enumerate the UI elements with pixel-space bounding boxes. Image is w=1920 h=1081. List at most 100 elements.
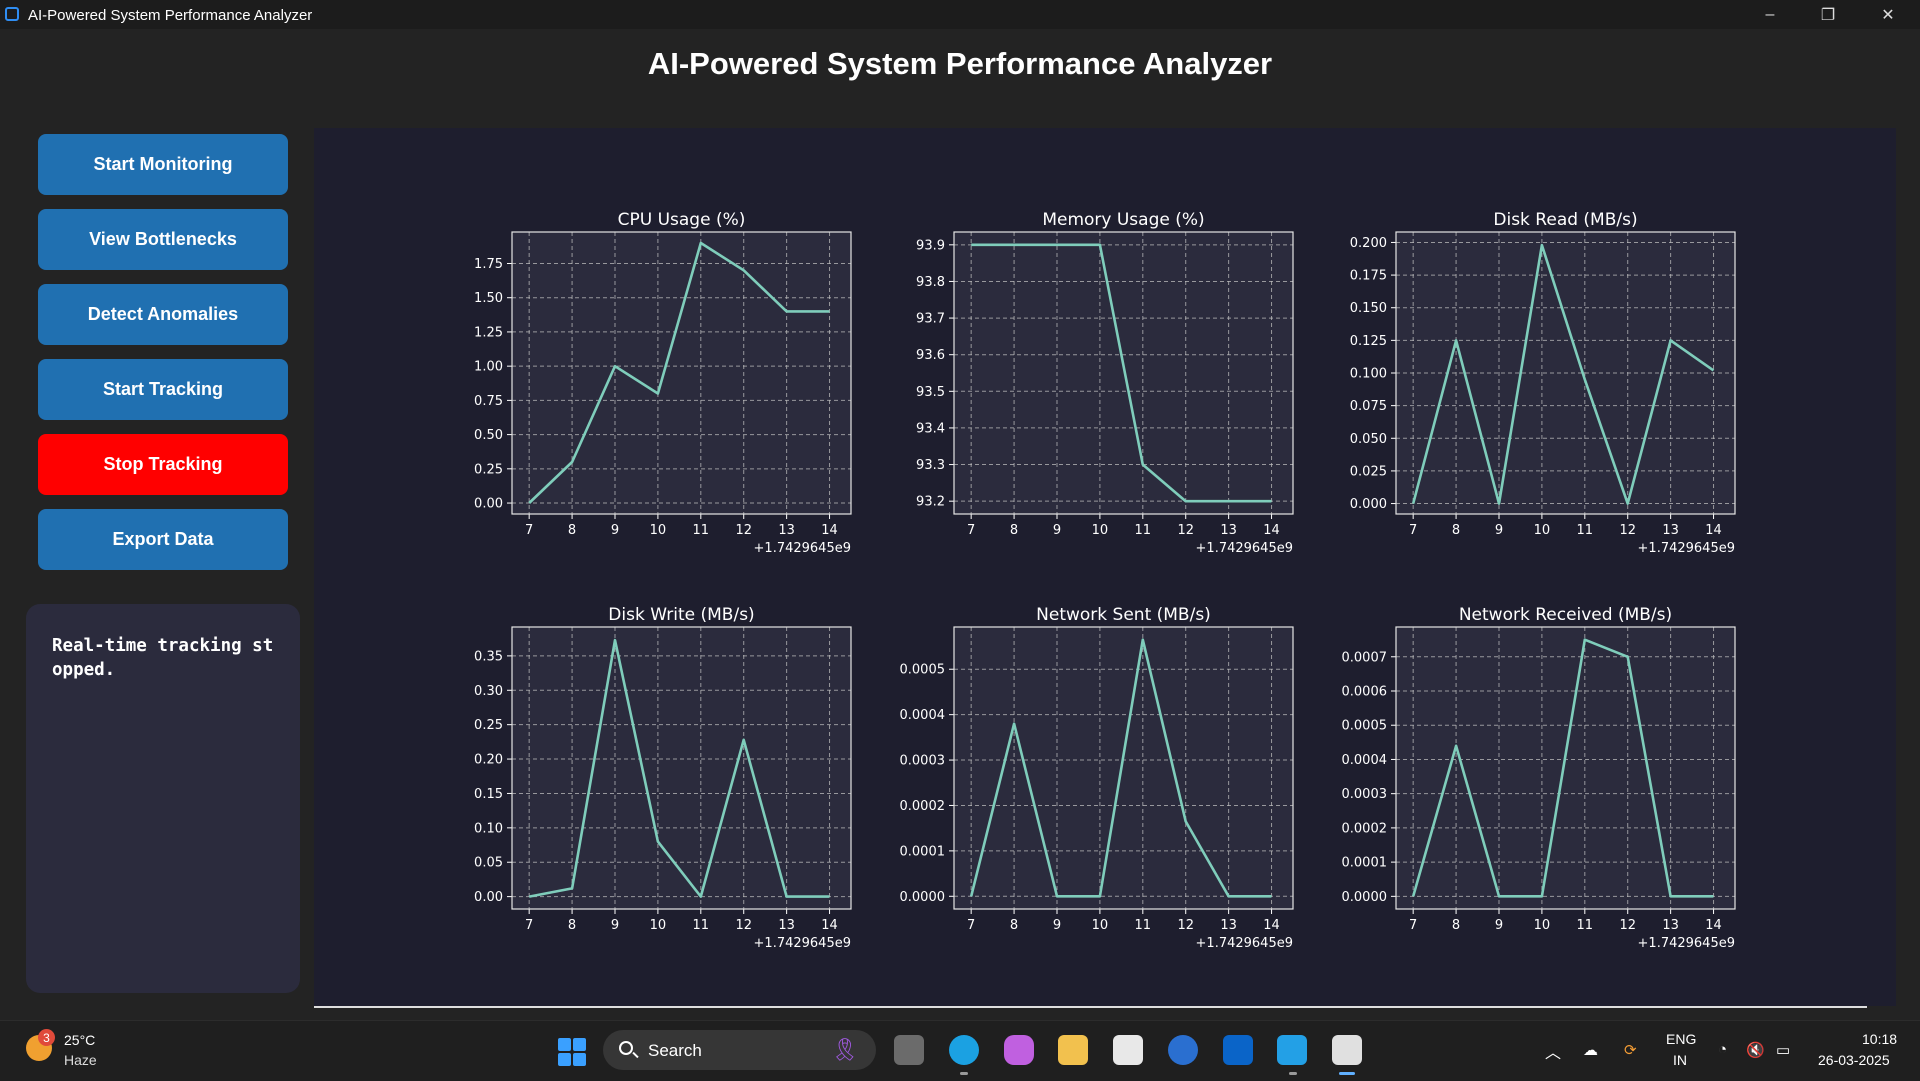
x-tick-label: 14 bbox=[821, 523, 838, 538]
battery-icon[interactable]: ▭ bbox=[1776, 1041, 1794, 1057]
y-tick-label: 0.0003 bbox=[1342, 787, 1388, 802]
y-tick-label: 0.00 bbox=[474, 890, 503, 905]
x-tick-label: 8 bbox=[1010, 918, 1018, 933]
taskbar-search[interactable]: Search 🎗 bbox=[603, 1030, 876, 1070]
y-tick-label: 93.8 bbox=[916, 275, 945, 290]
x-tick-label: 14 bbox=[1705, 918, 1722, 933]
taskbar: 3 25°C Haze Search 🎗 ︿ ☁ ⟳ ENG IN ◔ 🔇 ▭ … bbox=[0, 1020, 1920, 1081]
chart-title: CPU Usage (%) bbox=[618, 210, 746, 230]
y-tick-label: 0.0004 bbox=[900, 708, 946, 723]
x-tick-label: 8 bbox=[1452, 523, 1460, 538]
y-tick-label: 0.25 bbox=[474, 718, 503, 733]
x-tick-label: 7 bbox=[1409, 918, 1417, 933]
y-tick-label: 93.6 bbox=[916, 348, 945, 363]
x-tick-label: 12 bbox=[735, 918, 752, 933]
y-tick-label: 0.0001 bbox=[1342, 856, 1388, 871]
x-tick-label: 14 bbox=[1263, 523, 1280, 538]
x-offset-label: +1.7429645e9 bbox=[1196, 541, 1293, 556]
sync-icon[interactable]: ⟳ bbox=[1624, 1041, 1642, 1057]
x-tick-label: 7 bbox=[525, 523, 533, 538]
x-tick-label: 9 bbox=[1053, 918, 1061, 933]
x-tick-label: 12 bbox=[1177, 523, 1194, 538]
x-tick-label: 13 bbox=[1220, 523, 1237, 538]
search-label: Search bbox=[648, 1041, 702, 1061]
x-tick-label: 10 bbox=[650, 918, 667, 933]
chart-title: Disk Write (MB/s) bbox=[608, 605, 754, 625]
x-tick-label: 8 bbox=[568, 523, 576, 538]
y-tick-label: 0.000 bbox=[1350, 497, 1387, 512]
windows-start-icon[interactable] bbox=[558, 1038, 586, 1066]
wifi-icon[interactable]: ◔ bbox=[1718, 1041, 1736, 1057]
y-tick-label: 93.3 bbox=[916, 458, 945, 473]
y-tick-label: 0.0004 bbox=[1342, 753, 1388, 768]
y-tick-label: 0.35 bbox=[474, 649, 503, 664]
y-tick-label: 0.150 bbox=[1350, 301, 1387, 316]
x-tick-label: 12 bbox=[735, 523, 752, 538]
weather-badge: 3 bbox=[38, 1029, 55, 1046]
plot-background bbox=[512, 627, 851, 909]
y-tick-label: 1.75 bbox=[474, 257, 503, 272]
search-icon bbox=[619, 1041, 633, 1055]
y-tick-label: 1.50 bbox=[474, 291, 503, 306]
y-tick-label: 0.0001 bbox=[900, 844, 946, 859]
x-offset-label: +1.7429645e9 bbox=[1196, 936, 1293, 951]
x-tick-label: 7 bbox=[967, 523, 975, 538]
x-tick-label: 10 bbox=[1534, 523, 1551, 538]
y-tick-label: 0.75 bbox=[474, 394, 503, 409]
dell-icon[interactable] bbox=[1168, 1035, 1198, 1065]
y-tick-label: 0.0005 bbox=[1342, 719, 1388, 734]
x-tick-label: 11 bbox=[1135, 918, 1152, 933]
x-tick-label: 13 bbox=[778, 523, 795, 538]
y-tick-label: 0.0002 bbox=[1342, 821, 1388, 836]
store-icon[interactable] bbox=[1113, 1035, 1143, 1065]
clock-date[interactable]: 26-03-2025 bbox=[1818, 1052, 1890, 1068]
x-tick-label: 10 bbox=[650, 523, 667, 538]
task-view-icon[interactable] bbox=[894, 1035, 924, 1065]
chart-title: Network Sent (MB/s) bbox=[1036, 605, 1211, 625]
chevron-up-icon[interactable]: ︿ bbox=[1545, 1039, 1561, 1063]
x-tick-label: 13 bbox=[1662, 918, 1679, 933]
y-tick-label: 0.200 bbox=[1350, 236, 1387, 251]
y-tick-label: 0.05 bbox=[474, 856, 503, 871]
plot-background bbox=[1396, 627, 1735, 909]
file-explorer-icon[interactable] bbox=[1058, 1035, 1088, 1065]
onedrive-icon[interactable]: ☁ bbox=[1583, 1041, 1601, 1057]
vscode-icon[interactable] bbox=[1277, 1035, 1307, 1065]
y-tick-label: 93.5 bbox=[916, 385, 945, 400]
chart-title: Disk Read (MB/s) bbox=[1493, 210, 1637, 230]
x-tick-label: 11 bbox=[1577, 918, 1594, 933]
python-icon[interactable] bbox=[1332, 1035, 1362, 1065]
y-tick-label: 0.50 bbox=[474, 428, 503, 443]
x-tick-label: 9 bbox=[611, 523, 619, 538]
x-tick-label: 8 bbox=[1010, 523, 1018, 538]
x-tick-label: 9 bbox=[1495, 523, 1503, 538]
python-active-indicator bbox=[1339, 1072, 1355, 1075]
chart-title: Network Received (MB/s) bbox=[1459, 605, 1672, 625]
x-offset-label: +1.7429645e9 bbox=[1638, 936, 1735, 951]
x-tick-label: 14 bbox=[1263, 918, 1280, 933]
y-tick-label: 0.0005 bbox=[900, 663, 946, 678]
x-tick-label: 11 bbox=[1135, 523, 1152, 538]
outlook-icon[interactable] bbox=[1223, 1035, 1253, 1065]
y-tick-label: 0.00 bbox=[474, 497, 503, 512]
weather-condition[interactable]: Haze bbox=[64, 1052, 97, 1068]
language-region[interactable]: IN bbox=[1673, 1052, 1687, 1068]
y-tick-label: 0.125 bbox=[1350, 334, 1387, 349]
y-tick-label: 93.4 bbox=[916, 421, 945, 436]
x-tick-label: 9 bbox=[611, 918, 619, 933]
edge-icon[interactable] bbox=[949, 1035, 979, 1065]
y-tick-label: 0.0006 bbox=[1342, 684, 1388, 699]
plot-background bbox=[954, 232, 1293, 514]
weather-temperature[interactable]: 25°C bbox=[64, 1032, 95, 1048]
clock-time[interactable]: 10:18 bbox=[1862, 1031, 1897, 1047]
y-tick-label: 93.9 bbox=[916, 238, 945, 253]
x-tick-label: 13 bbox=[1220, 918, 1237, 933]
copilot-icon[interactable] bbox=[1004, 1035, 1034, 1065]
mute-icon[interactable]: 🔇 bbox=[1746, 1041, 1764, 1057]
x-offset-label: +1.7429645e9 bbox=[754, 936, 851, 951]
x-tick-label: 9 bbox=[1053, 523, 1061, 538]
language-indicator[interactable]: ENG bbox=[1666, 1031, 1696, 1047]
y-tick-label: 0.025 bbox=[1350, 464, 1387, 479]
y-tick-label: 0.050 bbox=[1350, 432, 1387, 447]
x-tick-label: 13 bbox=[1662, 523, 1679, 538]
